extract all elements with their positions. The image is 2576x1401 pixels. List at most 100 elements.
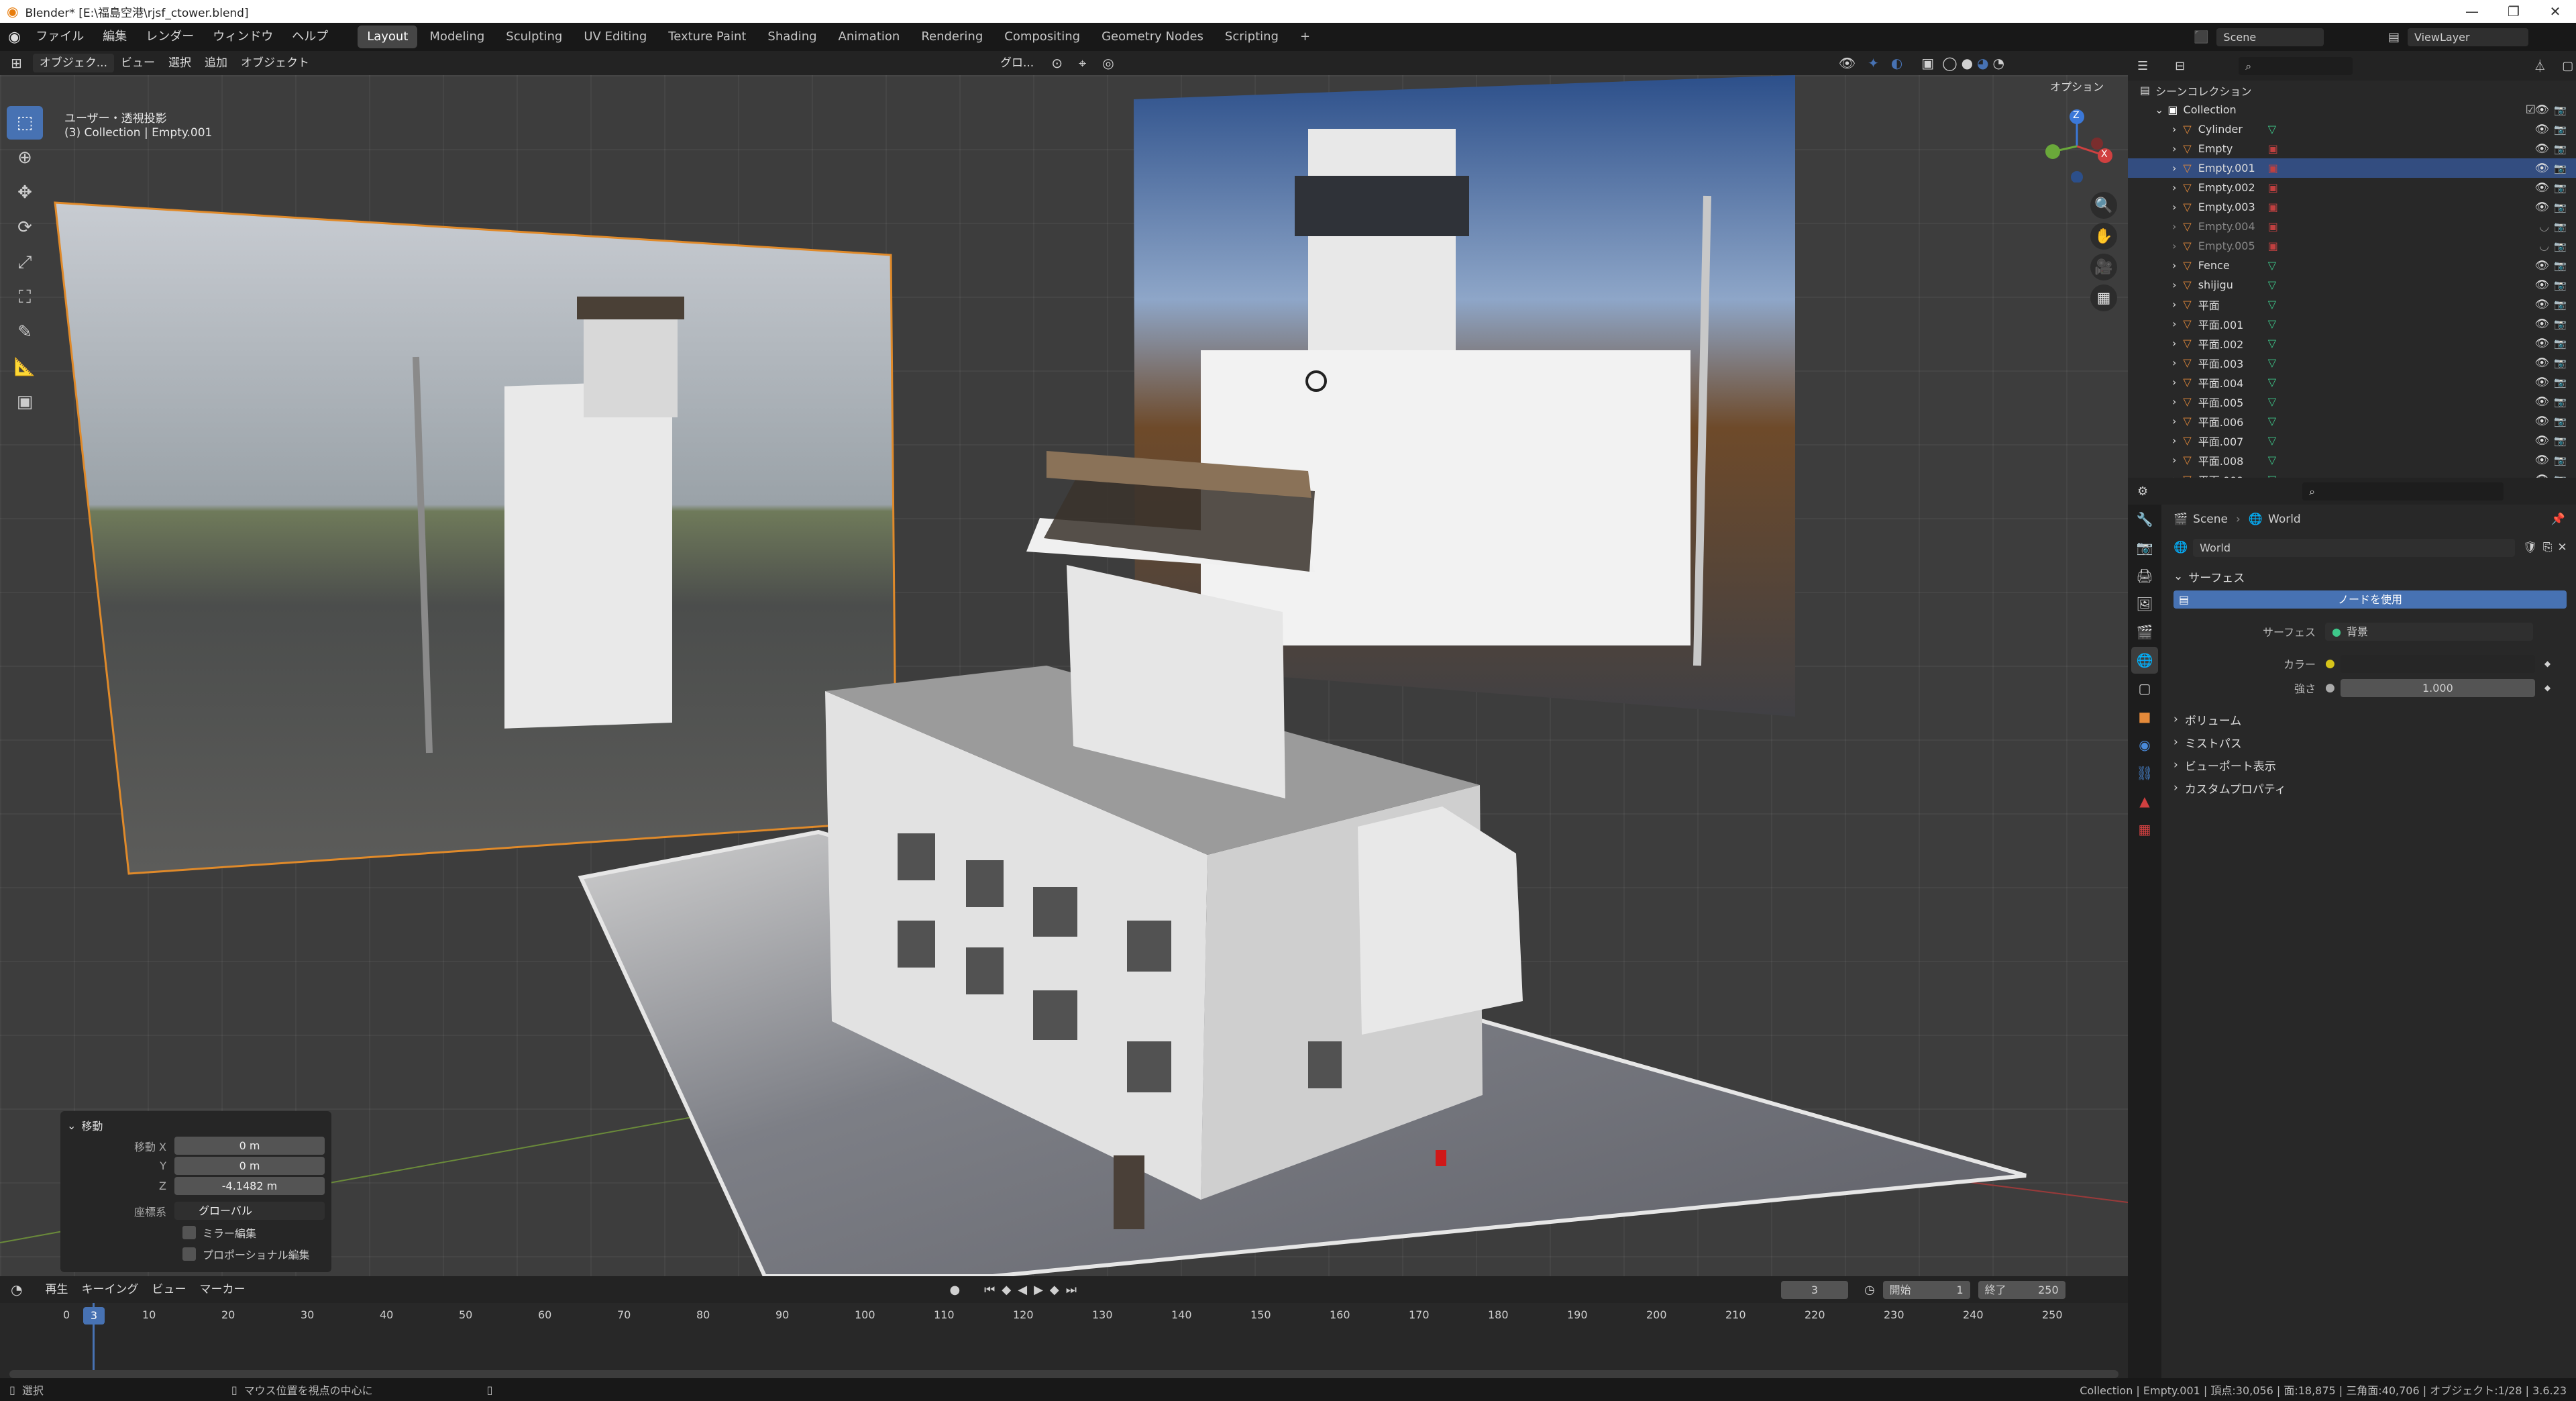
pin-icon[interactable]: 📌 — [2551, 513, 2565, 526]
mesh-data-icon[interactable]: ▽ — [2268, 298, 2276, 311]
workspace-tab[interactable]: Animation — [829, 25, 910, 48]
render-tab-icon[interactable]: 📷 — [2131, 534, 2158, 561]
select-box-tool-icon[interactable]: ⬚ — [7, 106, 43, 140]
shading-rendered-icon[interactable]: ◔ — [1993, 55, 2004, 71]
expand-arrow-icon[interactable]: › — [2172, 356, 2176, 369]
outliner-item[interactable]: › ▽ 平面.006 ▽ 👁 📷 — [2128, 411, 2576, 431]
workspace-tab[interactable]: Compositing — [995, 25, 1089, 48]
render-camera-icon[interactable]: 📷 — [2554, 357, 2567, 369]
collapsed-panel[interactable]: › ボリューム — [2164, 708, 2576, 731]
visibility-eye-icon[interactable]: 👁 — [2534, 415, 2549, 428]
mesh-data-icon[interactable]: ▽ — [2268, 317, 2276, 330]
editor-type-icon[interactable]: ⊞ — [11, 55, 22, 71]
clock-icon[interactable]: ◷ — [1864, 1283, 1875, 1297]
play-icon[interactable]: ▶ — [1034, 1283, 1043, 1297]
visibility-eye-icon[interactable]: ◡ — [2539, 220, 2549, 234]
data-tab-icon[interactable]: ▲ — [2131, 788, 2158, 815]
tool-tab-icon[interactable]: 🔧 — [2131, 506, 2158, 533]
expand-arrow-icon[interactable]: › — [2172, 337, 2176, 350]
render-camera-icon[interactable]: 📷 — [2554, 201, 2567, 213]
outliner-item[interactable]: › ▽ Empty.005 ▣ ◡ 📷 — [2128, 236, 2576, 256]
add-menu[interactable]: 追加 — [198, 54, 234, 72]
collection-row[interactable]: ⌄ ▣ Collection ☑ 👁 📷 — [2128, 100, 2576, 119]
world-tab-icon[interactable]: 🌐 — [2131, 647, 2158, 674]
visibility-eye-icon[interactable]: 👁 — [2534, 123, 2549, 136]
outliner-item[interactable]: › ▽ Fence ▽ 👁 📷 — [2128, 256, 2576, 275]
collapse-arrow-icon[interactable]: ⌄ — [67, 1119, 76, 1132]
visibility-eye-icon[interactable]: 👁 — [2534, 298, 2549, 311]
expand-arrow-icon[interactable]: › — [2172, 240, 2176, 252]
menu-item[interactable]: ウィンドウ — [203, 23, 282, 51]
viewlayer-name[interactable]: ViewLayer — [2408, 28, 2529, 46]
visibility-icon[interactable]: 👁 — [1839, 55, 1856, 71]
visibility-eye-icon[interactable]: 👁 — [2534, 278, 2549, 292]
record-icon[interactable]: ● — [949, 1283, 960, 1297]
visibility-eye-icon[interactable]: 👁 — [2534, 376, 2549, 389]
mesh-data-icon[interactable]: ▽ — [2268, 415, 2276, 427]
unlink-icon[interactable]: ✕ — [2557, 541, 2567, 554]
strength-field[interactable]: 1.000 — [2340, 678, 2535, 697]
timeline-editor-icon[interactable]: ◔ — [11, 1282, 22, 1298]
visibility-eye-icon[interactable]: 👁 — [2534, 434, 2549, 448]
color-socket-icon[interactable]: ● — [2325, 657, 2335, 670]
world-datablock-icon[interactable]: 🌐 — [2174, 541, 2188, 554]
play-reverse-icon[interactable]: ◀ — [1018, 1283, 1027, 1297]
strength-socket-icon[interactable]: ● — [2325, 681, 2335, 694]
workspace-tab[interactable]: Geometry Nodes — [1092, 25, 1213, 48]
render-camera-icon[interactable]: 📷 — [2554, 435, 2567, 447]
playhead-marker[interactable]: 3 — [83, 1307, 105, 1325]
image-empty-icon[interactable]: ▣ — [2268, 240, 2278, 252]
constraints-tab-icon[interactable]: ⛓ — [2131, 760, 2158, 786]
expand-arrow-icon[interactable]: › — [2172, 220, 2176, 233]
collection-tab-icon[interactable]: ▢ — [2131, 675, 2158, 702]
expand-arrow-icon[interactable]: › — [2172, 395, 2176, 408]
expand-arrow-icon[interactable]: › — [2172, 278, 2176, 291]
pivot-icon[interactable]: ⊙ — [1051, 55, 1063, 71]
snap-icon[interactable]: ⌖ — [1079, 55, 1086, 71]
outliner-item[interactable]: › ▽ Empty.002 ▣ 👁 📷 — [2128, 178, 2576, 197]
shading-material-icon[interactable]: ◕ — [1977, 55, 1988, 71]
outliner-item[interactable]: › ▽ 平面.002 ▽ 👁 📷 — [2128, 333, 2576, 353]
outliner-item[interactable]: › ▽ Empty.003 ▣ 👁 📷 — [2128, 197, 2576, 217]
collapsed-panel[interactable]: › ミストパス — [2164, 731, 2576, 754]
annotate-tool-icon[interactable]: ✎ — [7, 315, 43, 349]
render-camera-icon[interactable]: 📷 — [2554, 162, 2567, 174]
prev-keyframe-icon[interactable]: ◆ — [1002, 1283, 1011, 1297]
mirror-checkbox[interactable] — [182, 1225, 196, 1239]
timeline-scrollbar[interactable] — [9, 1370, 2118, 1378]
jump-start-icon[interactable]: ⏮ — [984, 1283, 995, 1297]
navigation-gizmo[interactable]: Z X — [2039, 109, 2113, 183]
xray-icon[interactable]: ▣ — [1921, 55, 1934, 71]
outliner-editor-icon[interactable]: ☰ — [2137, 59, 2148, 73]
render-camera-icon[interactable]: 📷 — [2554, 182, 2567, 194]
camera-view-icon[interactable]: 🎥 — [2090, 254, 2117, 280]
outliner-item[interactable]: › ▽ 平面 ▽ 👁 📷 — [2128, 295, 2576, 314]
expand-arrow-icon[interactable]: › — [2172, 434, 2176, 447]
pan-hand-icon[interactable]: ✋ — [2090, 223, 2117, 250]
zoom-icon[interactable]: 🔍 — [2090, 192, 2117, 219]
outliner-item[interactable]: › ▽ Cylinder ▽ 👁 📷 — [2128, 119, 2576, 139]
render-camera-icon[interactable]: 📷 — [2554, 123, 2567, 136]
visibility-eye-icon[interactable]: 👁 — [2534, 201, 2549, 214]
expand-arrow-icon[interactable]: › — [2172, 415, 2176, 427]
visibility-eye-icon[interactable]: 👁 — [2534, 259, 2549, 272]
render-camera-icon[interactable]: 📷 — [2554, 143, 2567, 155]
scene-tab-icon[interactable]: 🎬 — [2131, 619, 2158, 645]
image-empty-icon[interactable]: ▣ — [2268, 162, 2278, 174]
render-camera-icon[interactable]: 📷 — [2554, 221, 2567, 233]
color-keyframe-icon[interactable]: ◆ — [2544, 659, 2551, 668]
menu-item[interactable]: 編集 — [93, 23, 136, 51]
move-tool-icon[interactable]: ✥ — [7, 176, 43, 209]
perspective-grid-icon[interactable]: ▦ — [2090, 284, 2117, 311]
next-keyframe-icon[interactable]: ◆ — [1050, 1283, 1059, 1297]
gizmo-toggle-icon[interactable]: ✦ — [1868, 55, 1879, 71]
fake-user-icon[interactable]: 🛡 — [2523, 541, 2538, 554]
mesh-data-icon[interactable]: ▽ — [2268, 259, 2276, 272]
outliner-item[interactable]: › ▽ Empty.004 ▣ ◡ 📷 — [2128, 217, 2576, 236]
expand-arrow-icon[interactable]: › — [2172, 317, 2176, 330]
render-camera-icon[interactable]: 📷 — [2554, 415, 2567, 427]
keying-menu[interactable]: キーイング — [74, 1280, 145, 1299]
measure-tool-icon[interactable]: 📐 — [7, 350, 43, 384]
maximize-button[interactable]: ❐ — [2493, 0, 2534, 23]
marker-menu[interactable]: マーカー — [193, 1280, 252, 1299]
